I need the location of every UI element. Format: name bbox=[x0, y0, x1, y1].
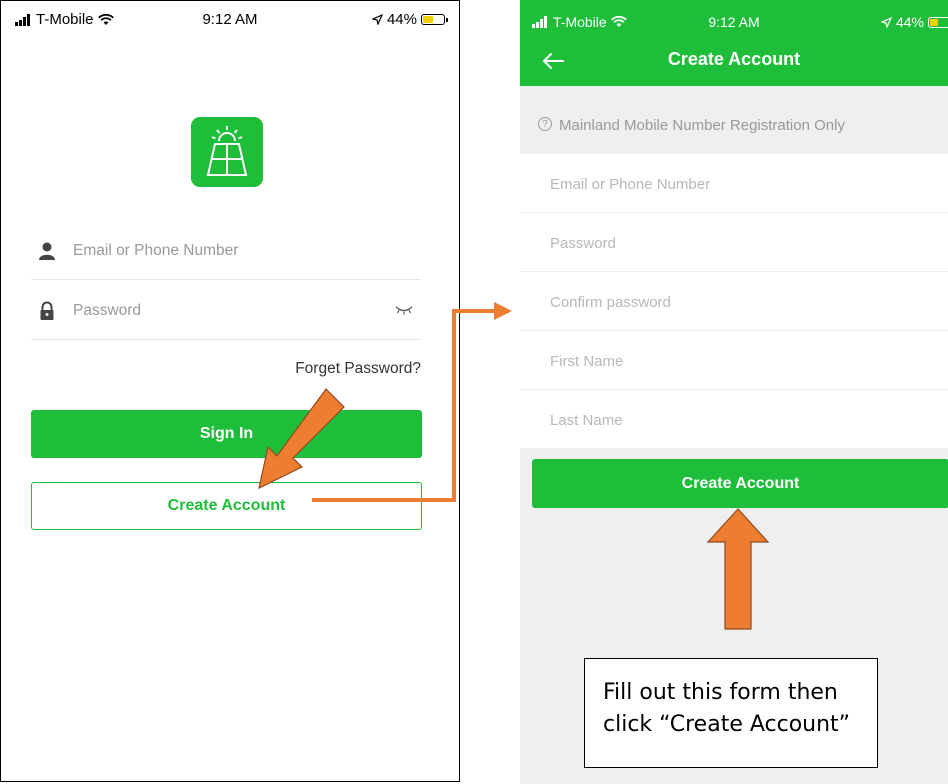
callout-line-2: click “Create Account” bbox=[603, 712, 851, 737]
instruction-callout: Fill out this form then click “Create Ac… bbox=[584, 658, 878, 768]
connector-arrowhead bbox=[494, 302, 512, 320]
diagonal-arrow bbox=[258, 388, 345, 490]
callout-line-1: Fill out this form then bbox=[603, 680, 838, 705]
up-arrow bbox=[706, 508, 770, 630]
